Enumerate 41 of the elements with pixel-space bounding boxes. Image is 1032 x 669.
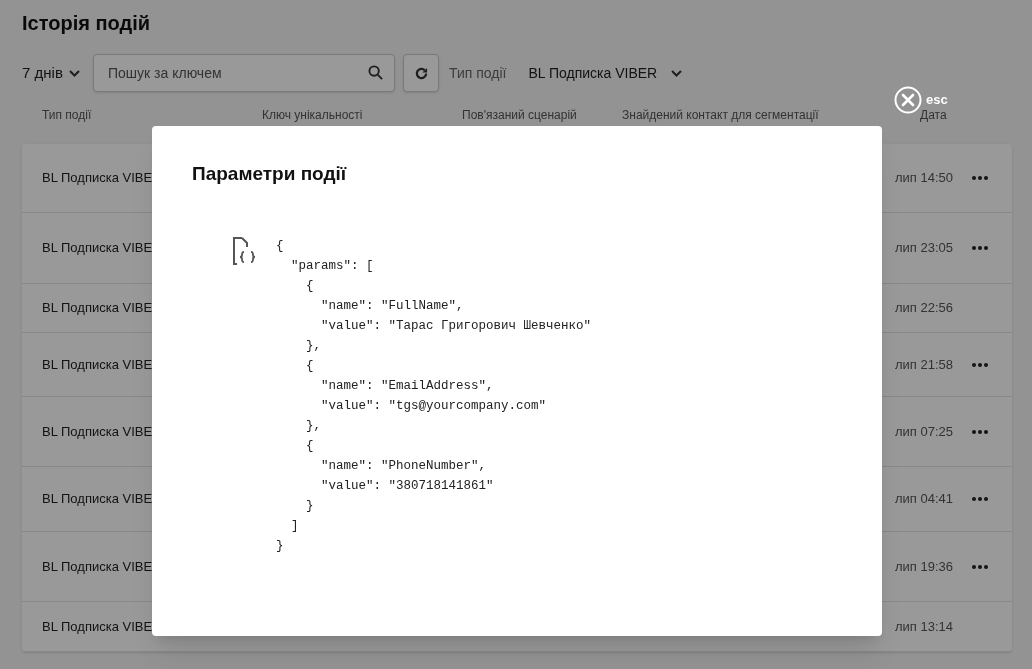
table-cell-text: BL Подписка VIBE	[42, 169, 153, 188]
column-header: Тип події	[42, 107, 92, 124]
dialog-title: Параметри події	[192, 162, 347, 186]
table-cell-text: BL Подписка VIBE	[42, 557, 153, 576]
more-icon[interactable]	[972, 429, 988, 434]
table-cell-text: лип 07:25	[895, 422, 954, 441]
column-header: Ключ унікальності	[262, 107, 363, 124]
table-cell-text: лип 22:56	[895, 299, 954, 318]
more-icon[interactable]	[972, 497, 988, 501]
chevron-down-icon	[671, 69, 683, 77]
column-header: Знайдений контакт для сегментації	[622, 107, 819, 124]
table-cell-text: BL Подписка VIBE	[42, 490, 153, 509]
table-cell-text: BL Подписка VIBE	[42, 355, 153, 374]
page-title: Історія подій	[22, 11, 151, 36]
chevron-down-icon	[68, 69, 80, 77]
table-cell-text: лип 14:50	[895, 169, 954, 188]
json-file-icon	[232, 237, 258, 265]
period-dropdown[interactable]: 7 днів	[22, 61, 93, 85]
table-cell-text: BL Подписка VIBE	[42, 239, 153, 258]
more-icon[interactable]	[972, 246, 988, 250]
more-icon[interactable]	[972, 176, 988, 180]
close-icon	[894, 86, 922, 114]
search-icon	[368, 65, 383, 80]
table-cell-text: лип 23:05	[895, 239, 954, 258]
search-field[interactable]: Пошук за ключем	[93, 54, 395, 92]
table-cell-text: лип 19:36	[895, 557, 954, 576]
refresh-icon	[414, 66, 428, 80]
table-cell-text: BL Подписка VIBE	[42, 617, 153, 636]
event-type-label: Тип події	[449, 63, 507, 83]
more-icon[interactable]	[972, 564, 988, 569]
table-cell-text: BL Подписка VIBE	[42, 299, 153, 318]
table-cell-text: BL Подписка VIBE	[42, 422, 153, 441]
refresh-button[interactable]	[403, 54, 439, 92]
table-cell-text: лип 13:14	[895, 617, 954, 636]
table-cell-text: лип 21:58	[895, 355, 954, 374]
event-type-dropdown[interactable]: BL Подписка VIBER	[528, 62, 683, 84]
more-icon[interactable]	[972, 362, 988, 367]
column-header: Дата	[920, 107, 947, 124]
json-code: { "params": [ { "name": "FullName", "value": "Тарас Григорович Шевченко" }, { "name": "EmailAddress", "value": "tgs@yourcompany.com" }, { "name": "PhoneNumber", "value": "380718141861" } ] }	[276, 238, 592, 555]
column-header: Пов'язаний сценарій	[462, 107, 577, 124]
table-cell-text: лип 04:41	[895, 490, 954, 509]
